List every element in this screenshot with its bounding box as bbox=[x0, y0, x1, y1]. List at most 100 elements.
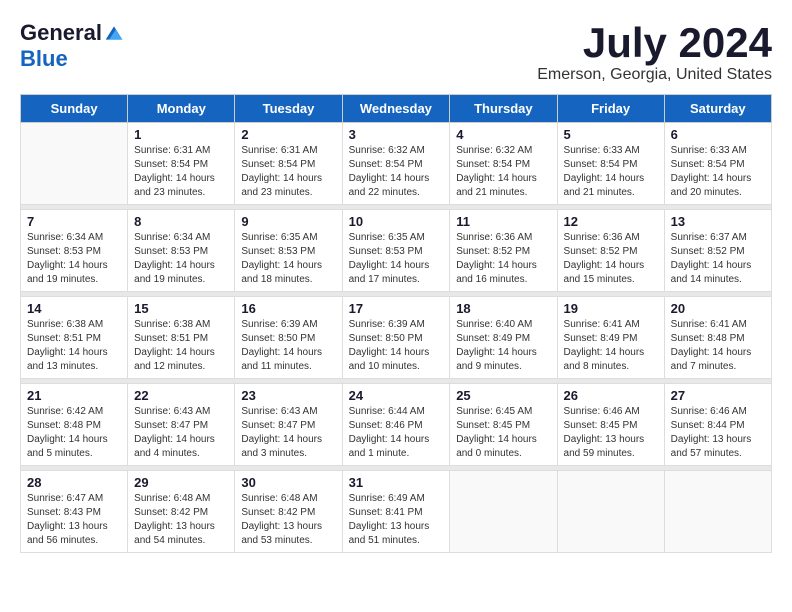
day-info: Sunrise: 6:48 AM Sunset: 8:42 PM Dayligh… bbox=[134, 492, 228, 548]
calendar-week-row: 1 Sunrise: 6:31 AM Sunset: 8:54 PM Daylig… bbox=[21, 123, 772, 205]
calendar-day-cell: 7 Sunrise: 6:34 AM Sunset: 8:53 PM Daylig… bbox=[21, 210, 128, 292]
calendar-day-cell: 30Sunrise: 6:48 AM Sunset: 8:42 PM Dayli… bbox=[235, 471, 342, 553]
page-header: General Blue July 2024 Emerson, Georgia,… bbox=[20, 20, 772, 84]
day-number: 25 bbox=[456, 388, 550, 403]
day-info: Sunrise: 6:39 AM Sunset: 8:50 PM Dayligh… bbox=[241, 318, 335, 374]
calendar-day-cell: 5Sunrise: 6:33 AM Sunset: 8:54 PM Daylig… bbox=[557, 123, 664, 205]
day-number: 13 bbox=[671, 214, 765, 229]
day-info: Sunrise: 6:39 AM Sunset: 8:50 PM Dayligh… bbox=[349, 318, 444, 374]
weekday-header: Sunday bbox=[21, 95, 128, 123]
calendar-day-cell: 2 Sunrise: 6:31 AM Sunset: 8:54 PM Daylig… bbox=[235, 123, 342, 205]
day-info: Sunrise: 6:40 AM Sunset: 8:49 PM Dayligh… bbox=[456, 318, 550, 374]
day-info: Sunrise: 6:45 AM Sunset: 8:45 PM Dayligh… bbox=[456, 405, 550, 461]
day-number: 30 bbox=[241, 475, 335, 490]
day-number: 17 bbox=[349, 301, 444, 316]
day-number: 23 bbox=[241, 388, 335, 403]
day-info: Sunrise: 6:33 AM Sunset: 8:54 PM Dayligh… bbox=[564, 144, 658, 200]
calendar-header-row: SundayMondayTuesdayWednesdayThursdayFrid… bbox=[21, 95, 772, 123]
calendar-day-cell: 22Sunrise: 6:43 AM Sunset: 8:47 PM Dayli… bbox=[128, 384, 235, 466]
day-number: 3 bbox=[349, 127, 444, 142]
day-number: 26 bbox=[564, 388, 658, 403]
day-info: Sunrise: 6:36 AM Sunset: 8:52 PM Dayligh… bbox=[456, 231, 550, 287]
calendar-day-cell bbox=[557, 471, 664, 553]
calendar-day-cell: 28 Sunrise: 6:47 AM Sunset: 8:43 PM Dayli… bbox=[21, 471, 128, 553]
day-number: 11 bbox=[456, 214, 550, 229]
calendar-day-cell: 26 Sunrise: 6:46 AM Sunset: 8:45 PM Dayli… bbox=[557, 384, 664, 466]
calendar-day-cell: 15 Sunrise: 6:38 AM Sunset: 8:51 PM Dayli… bbox=[128, 297, 235, 379]
calendar-day-cell: 17 Sunrise: 6:39 AM Sunset: 8:50 PM Dayli… bbox=[342, 297, 450, 379]
day-info: Sunrise: 6:42 AM Sunset: 8:48 PM Dayligh… bbox=[27, 405, 121, 461]
calendar-day-cell: 13 Sunrise: 6:37 AM Sunset: 8:52 PM Dayli… bbox=[664, 210, 771, 292]
calendar-day-cell: 23Sunrise: 6:43 AM Sunset: 8:47 PM Dayli… bbox=[235, 384, 342, 466]
calendar-day-cell: 3 Sunrise: 6:32 AM Sunset: 8:54 PM Daylig… bbox=[342, 123, 450, 205]
weekday-header: Friday bbox=[557, 95, 664, 123]
logo-blue: Blue bbox=[20, 46, 68, 71]
day-info: Sunrise: 6:33 AM Sunset: 8:54 PM Dayligh… bbox=[671, 144, 765, 200]
calendar-day-cell: 6 Sunrise: 6:33 AM Sunset: 8:54 PM Daylig… bbox=[664, 123, 771, 205]
day-number: 7 bbox=[27, 214, 121, 229]
calendar-day-cell: 14Sunrise: 6:38 AM Sunset: 8:51 PM Dayli… bbox=[21, 297, 128, 379]
day-info: Sunrise: 6:47 AM Sunset: 8:43 PM Dayligh… bbox=[27, 492, 121, 548]
calendar-day-cell: 27 Sunrise: 6:46 AM Sunset: 8:44 PM Dayli… bbox=[664, 384, 771, 466]
day-info: Sunrise: 6:36 AM Sunset: 8:52 PM Dayligh… bbox=[564, 231, 658, 287]
calendar-week-row: 21Sunrise: 6:42 AM Sunset: 8:48 PM Dayli… bbox=[21, 384, 772, 466]
calendar-day-cell: 11 Sunrise: 6:36 AM Sunset: 8:52 PM Dayli… bbox=[450, 210, 557, 292]
day-info: Sunrise: 6:46 AM Sunset: 8:45 PM Dayligh… bbox=[564, 405, 658, 461]
day-number: 1 bbox=[134, 127, 228, 142]
day-number: 22 bbox=[134, 388, 228, 403]
calendar-week-row: 7 Sunrise: 6:34 AM Sunset: 8:53 PM Daylig… bbox=[21, 210, 772, 292]
day-number: 19 bbox=[564, 301, 658, 316]
calendar-day-cell: 16Sunrise: 6:39 AM Sunset: 8:50 PM Dayli… bbox=[235, 297, 342, 379]
day-number: 18 bbox=[456, 301, 550, 316]
day-number: 10 bbox=[349, 214, 444, 229]
day-number: 2 bbox=[241, 127, 335, 142]
day-number: 29 bbox=[134, 475, 228, 490]
day-info: Sunrise: 6:38 AM Sunset: 8:51 PM Dayligh… bbox=[134, 318, 228, 374]
calendar-week-row: 14 Sunrise: 6:38 AM Sunset: 8:51 PM Dayli… bbox=[21, 297, 772, 379]
day-info: Sunrise: 6:35 AM Sunset: 8:53 PM Dayligh… bbox=[241, 231, 335, 287]
month-title: July 2024 bbox=[537, 20, 772, 66]
logo: General Blue bbox=[20, 20, 124, 72]
calendar-day-cell: 8 Sunrise: 6:34 AM Sunset: 8:53 PM Daylig… bbox=[128, 210, 235, 292]
calendar-day-cell: 19 Sunrise: 6:41 AM Sunset: 8:49 PM Dayli… bbox=[557, 297, 664, 379]
calendar-day-cell: 31 Sunrise: 6:49 AM Sunset: 8:41 PM Dayli… bbox=[342, 471, 450, 553]
day-info: Sunrise: 6:32 AM Sunset: 8:54 PM Dayligh… bbox=[456, 144, 550, 200]
day-number: 15 bbox=[134, 301, 228, 316]
day-info: Sunrise: 6:37 AM Sunset: 8:52 PM Dayligh… bbox=[671, 231, 765, 287]
day-number: 14 bbox=[27, 301, 121, 316]
calendar-table: SundayMondayTuesdayWednesdayThursdayFrid… bbox=[20, 94, 772, 553]
day-info: Sunrise: 6:31 AM Sunset: 8:54 PM Dayligh… bbox=[134, 144, 228, 200]
day-number: 12 bbox=[564, 214, 658, 229]
day-info: Sunrise: 6:34 AM Sunset: 8:53 PM Dayligh… bbox=[27, 231, 121, 287]
calendar-day-cell bbox=[21, 123, 128, 205]
day-info: Sunrise: 6:44 AM Sunset: 8:46 PM Dayligh… bbox=[349, 405, 444, 461]
day-number: 31 bbox=[349, 475, 444, 490]
day-info: Sunrise: 6:32 AM Sunset: 8:54 PM Dayligh… bbox=[349, 144, 444, 200]
calendar-day-cell: 20Sunrise: 6:41 AM Sunset: 8:48 PM Dayli… bbox=[664, 297, 771, 379]
day-number: 28 bbox=[27, 475, 121, 490]
calendar-day-cell: 24Sunrise: 6:44 AM Sunset: 8:46 PM Dayli… bbox=[342, 384, 450, 466]
calendar-day-cell bbox=[664, 471, 771, 553]
calendar-day-cell: 29 Sunrise: 6:48 AM Sunset: 8:42 PM Dayli… bbox=[128, 471, 235, 553]
calendar-day-cell: 1 Sunrise: 6:31 AM Sunset: 8:54 PM Daylig… bbox=[128, 123, 235, 205]
calendar-day-cell: 18 Sunrise: 6:40 AM Sunset: 8:49 PM Dayli… bbox=[450, 297, 557, 379]
title-area: July 2024 Emerson, Georgia, United State… bbox=[537, 20, 772, 84]
day-number: 8 bbox=[134, 214, 228, 229]
day-info: Sunrise: 6:41 AM Sunset: 8:49 PM Dayligh… bbox=[564, 318, 658, 374]
day-number: 6 bbox=[671, 127, 765, 142]
day-info: Sunrise: 6:46 AM Sunset: 8:44 PM Dayligh… bbox=[671, 405, 765, 461]
calendar-day-cell bbox=[450, 471, 557, 553]
weekday-header: Tuesday bbox=[235, 95, 342, 123]
calendar-day-cell: 25 Sunrise: 6:45 AM Sunset: 8:45 PM Dayli… bbox=[450, 384, 557, 466]
day-number: 20 bbox=[671, 301, 765, 316]
day-info: Sunrise: 6:31 AM Sunset: 8:54 PM Dayligh… bbox=[241, 144, 335, 200]
day-info: Sunrise: 6:49 AM Sunset: 8:41 PM Dayligh… bbox=[349, 492, 444, 548]
weekday-header: Thursday bbox=[450, 95, 557, 123]
calendar-day-cell: 4Sunrise: 6:32 AM Sunset: 8:54 PM Daylig… bbox=[450, 123, 557, 205]
day-number: 27 bbox=[671, 388, 765, 403]
weekday-header: Wednesday bbox=[342, 95, 450, 123]
logo-icon bbox=[104, 23, 124, 43]
calendar-day-cell: 10Sunrise: 6:35 AM Sunset: 8:53 PM Dayli… bbox=[342, 210, 450, 292]
weekday-header: Monday bbox=[128, 95, 235, 123]
day-info: Sunrise: 6:34 AM Sunset: 8:53 PM Dayligh… bbox=[134, 231, 228, 287]
